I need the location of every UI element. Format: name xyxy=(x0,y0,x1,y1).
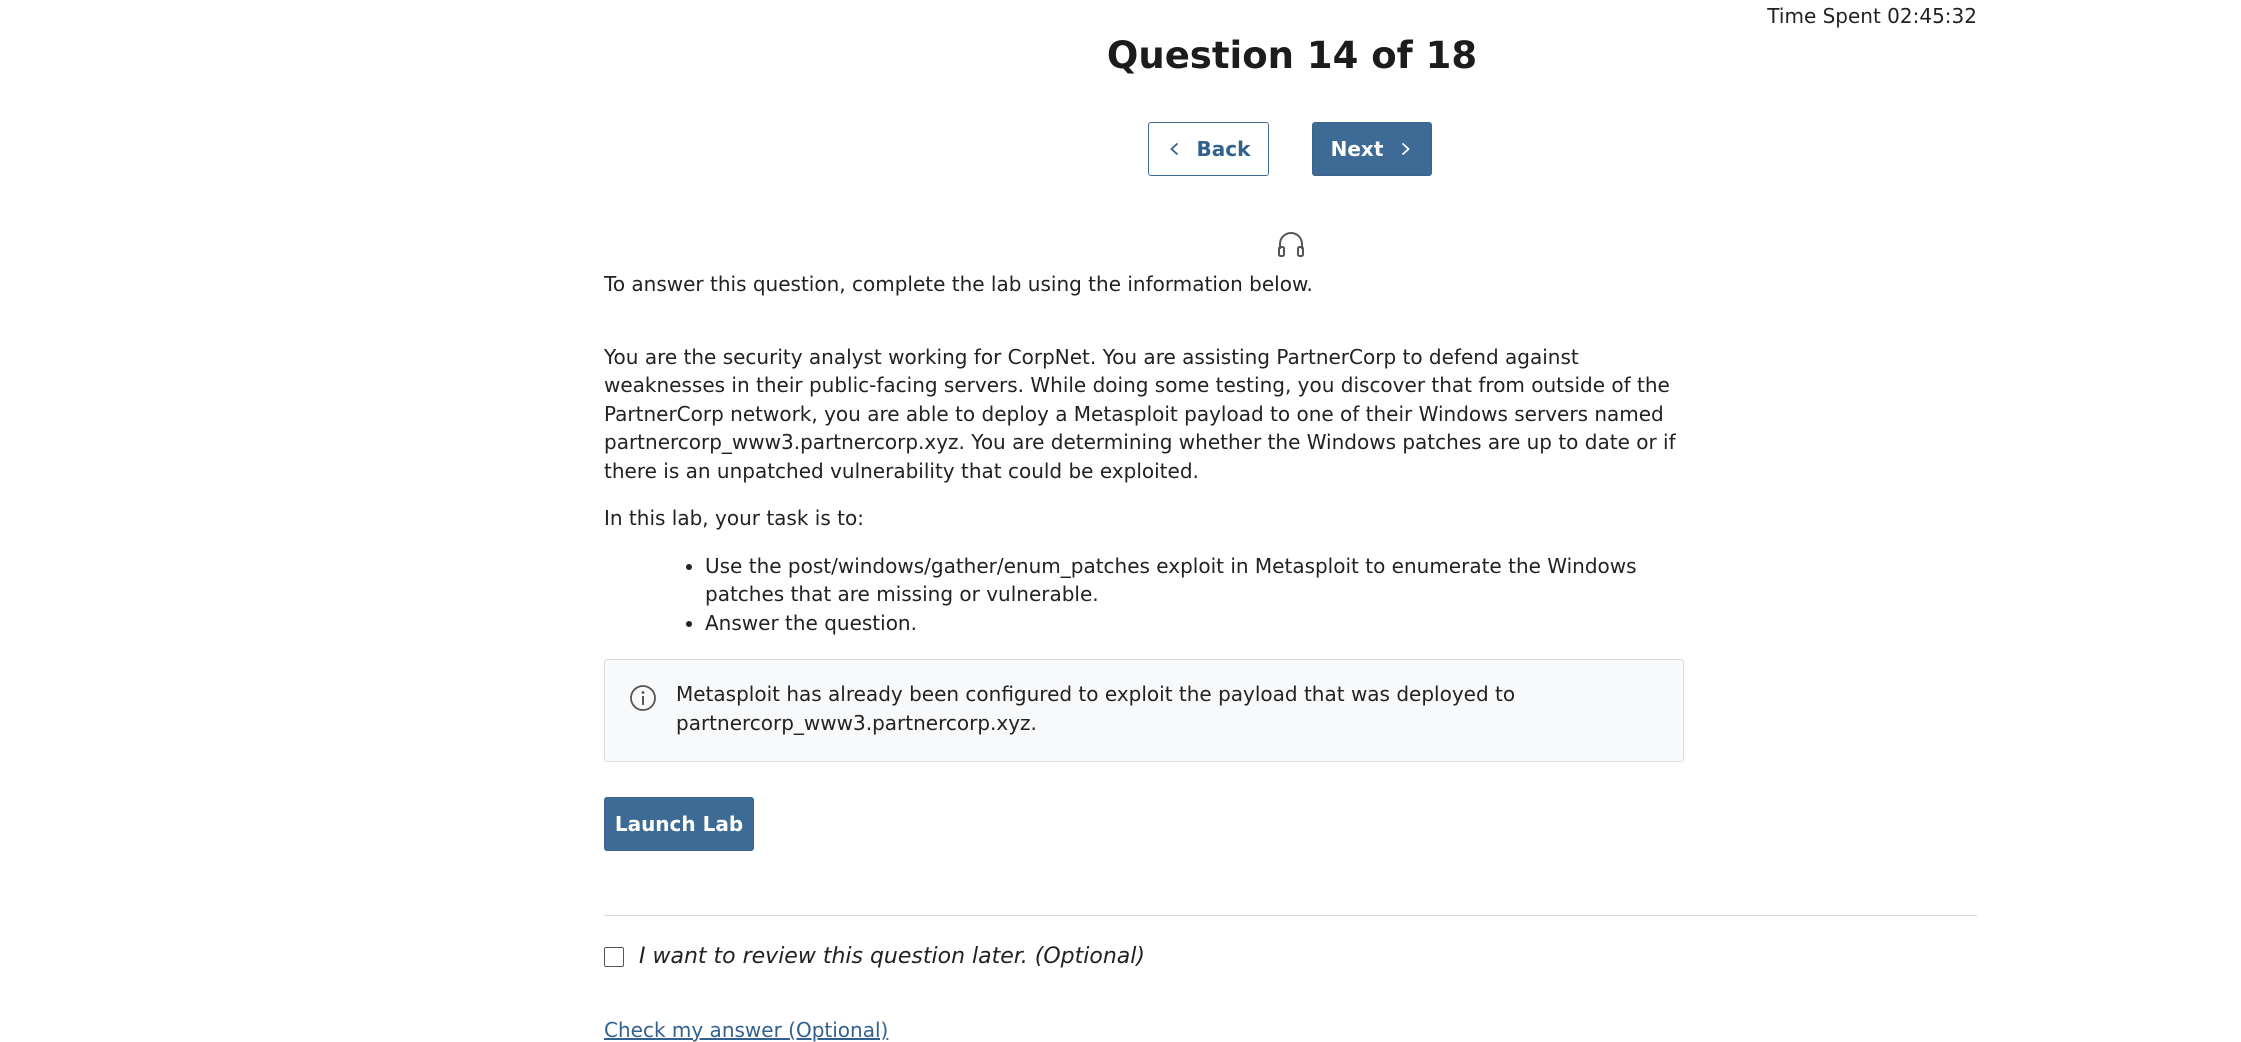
review-checkbox[interactable] xyxy=(604,946,624,967)
back-button-label: Back xyxy=(1196,137,1251,161)
info-note-text: Metasploit has already been configured t… xyxy=(676,682,1516,735)
info-note: Metasploit has already been configured t… xyxy=(604,659,1684,762)
question-intro: To answer this question, complete the la… xyxy=(604,272,1313,296)
headphones-icon[interactable] xyxy=(1276,229,1306,259)
launch-lab-button[interactable]: Launch Lab xyxy=(604,797,754,851)
question-content: To answer this question, complete the la… xyxy=(604,270,1684,762)
task-intro: In this lab, your task is to: xyxy=(604,506,864,530)
question-scenario: You are the security analyst working for… xyxy=(604,344,1676,483)
chevron-right-icon xyxy=(1402,142,1411,156)
check-answer-link[interactable]: Check my answer (Optional) xyxy=(604,1018,888,1042)
list-item: Use the post/windows/gather/enum_patches… xyxy=(705,552,1684,609)
question-nav: Back Next xyxy=(1148,122,1432,176)
page-title: Question 14 of 18 xyxy=(1106,34,1478,77)
next-button[interactable]: Next xyxy=(1312,122,1432,176)
back-button[interactable]: Back xyxy=(1148,122,1269,176)
divider xyxy=(604,915,1977,916)
task-list: Use the post/windows/gather/enum_patches… xyxy=(604,552,1684,638)
list-item: Answer the question. xyxy=(705,609,1684,638)
review-label[interactable]: I want to review this question later. (O… xyxy=(639,944,1145,969)
chevron-left-icon xyxy=(1169,142,1178,156)
next-button-label: Next xyxy=(1330,137,1384,161)
review-later: I want to review this question later. (O… xyxy=(604,944,1145,969)
time-spent: Time Spent 02:45:32 xyxy=(1767,4,1977,28)
info-icon xyxy=(630,685,656,711)
